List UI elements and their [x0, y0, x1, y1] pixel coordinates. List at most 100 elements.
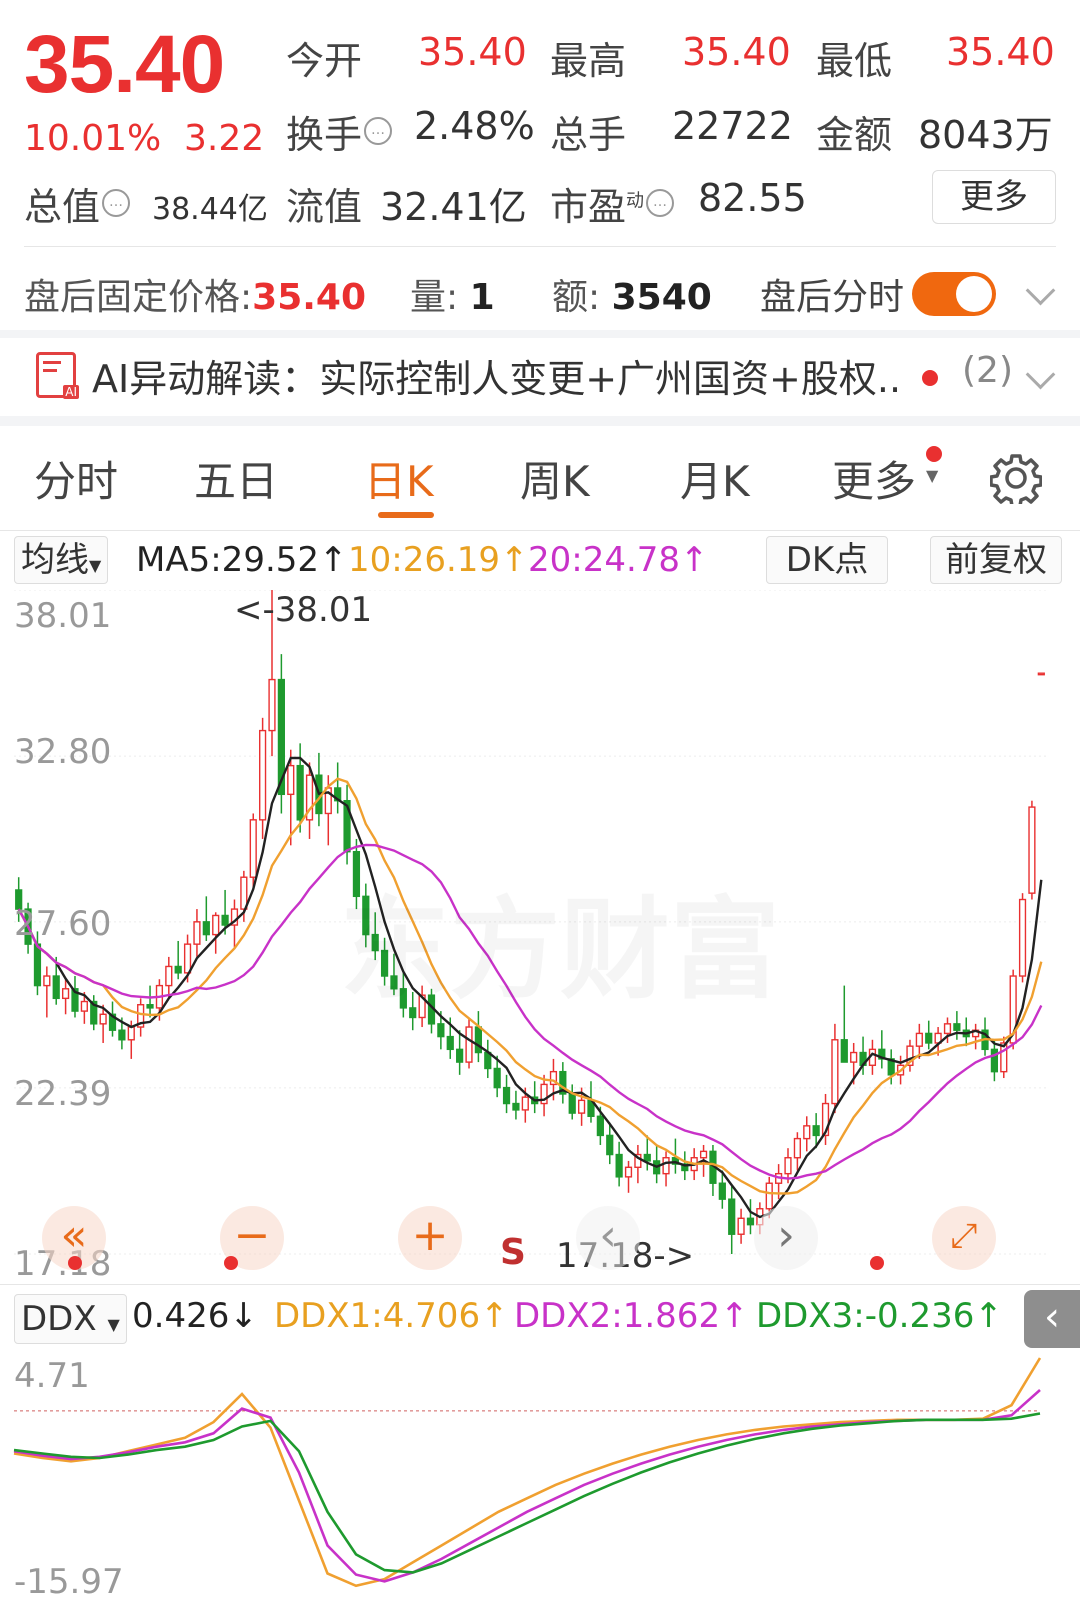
- candle-body: [202, 921, 210, 936]
- candle-body: [174, 965, 182, 974]
- ai-banner-text[interactable]: AI异动解读：实际控制人变更+广州国资+股权...: [92, 348, 900, 403]
- fullscreen-icon[interactable]: ⤢: [932, 1206, 996, 1270]
- volume-value: 22722: [672, 104, 793, 148]
- candle-body: [456, 1048, 464, 1063]
- ddx3-line: [13, 1412, 1041, 1574]
- ddx3-legend: DDX3:-0.236↑: [756, 1296, 1003, 1336]
- candle-body: [118, 1029, 126, 1041]
- divider: [0, 1284, 1080, 1285]
- more-button[interactable]: 更多: [932, 170, 1056, 224]
- open-label: 今开: [286, 39, 363, 83]
- candle-body: [1018, 898, 1027, 977]
- candle-body: [662, 1157, 670, 1175]
- indicator-select[interactable]: 均线▼: [14, 536, 109, 584]
- active-tab-indicator: [378, 512, 434, 518]
- candle-body: [493, 1067, 501, 1089]
- candle-body: [43, 975, 51, 987]
- candle-body: [52, 975, 60, 1000]
- price-axis-label: 32.80: [14, 732, 112, 772]
- collapse-panel-icon[interactable]: ‹: [1024, 1290, 1080, 1348]
- info-icon[interactable]: …: [646, 189, 675, 218]
- next-icon[interactable]: ›: [754, 1206, 818, 1270]
- zoom-in-icon[interactable]: +: [398, 1206, 462, 1270]
- ddx1-line: [13, 1357, 1042, 1588]
- candle-body: [577, 1099, 586, 1114]
- change-percent: 10.01%: [24, 118, 162, 159]
- signal-dot: [224, 1256, 238, 1270]
- tab-intraday[interactable]: 分时: [34, 448, 118, 509]
- ddx-axis-label: 4.71: [14, 1356, 90, 1396]
- chevron-down-icon[interactable]: [1025, 275, 1056, 306]
- after-hours-price: 盘后固定价格:35.40: [24, 277, 367, 318]
- candle-body: [596, 1115, 604, 1137]
- prev-icon[interactable]: ‹: [576, 1206, 640, 1270]
- after-hours-amount: 额: 3540: [552, 277, 712, 318]
- candle-body: [212, 914, 220, 936]
- signal-dot: [870, 1256, 884, 1270]
- candle-body: [512, 1102, 520, 1111]
- candle-body: [803, 1125, 811, 1140]
- divider: [24, 246, 1056, 247]
- candle-body: [925, 1032, 933, 1044]
- candle-body: [183, 943, 192, 974]
- candle-body: [699, 1150, 708, 1159]
- chevron-down-icon[interactable]: [1025, 359, 1056, 390]
- ma5-legend: MA5:29.52↑: [136, 540, 348, 580]
- ai-report-icon: AI: [36, 352, 79, 399]
- candle-body: [784, 1157, 792, 1175]
- candle-body: [643, 1153, 651, 1162]
- after-hours-toggle[interactable]: [912, 272, 996, 316]
- adjust-button[interactable]: 前复权: [930, 536, 1062, 584]
- mcap-label: 总值…: [24, 176, 131, 231]
- ddx-indicator-select[interactable]: DDX ▼: [14, 1294, 127, 1344]
- candle-body: [249, 819, 257, 878]
- high-label: 最高: [550, 39, 627, 83]
- low-label: 最低: [816, 39, 893, 83]
- current-price: 35.40: [24, 19, 225, 110]
- gear-icon[interactable]: [990, 452, 1042, 504]
- signal-dot: [68, 1256, 82, 1270]
- candle-body: [437, 1023, 445, 1038]
- amount-value: 8043万: [918, 113, 1053, 157]
- section-gap: [0, 330, 1080, 338]
- tab-weekly-k[interactable]: 周K: [520, 448, 590, 509]
- ddx-legend: 0.426↓: [132, 1296, 258, 1336]
- candle-body: [287, 764, 295, 796]
- candle-body: [615, 1153, 623, 1178]
- ddx2-legend: DDX2:1.862↑: [514, 1296, 749, 1336]
- dk-point-button[interactable]: DK点: [766, 536, 888, 584]
- candle-body: [793, 1137, 801, 1159]
- float-value: 32.41亿: [380, 185, 527, 229]
- candle-body: [259, 729, 267, 821]
- tab-five-day[interactable]: 五日: [194, 448, 278, 509]
- candle-body: [990, 1048, 999, 1073]
- candle-body: [943, 1023, 952, 1035]
- tab-more[interactable]: 更多: [832, 448, 916, 509]
- section-gap: [0, 416, 1080, 426]
- price-axis-label: 22.39: [14, 1074, 112, 1114]
- candle-body: [446, 1035, 454, 1051]
- unread-dot: [922, 370, 938, 386]
- candle-body: [80, 1000, 88, 1012]
- candle-body: [953, 1023, 961, 1031]
- candle-body: [193, 921, 201, 945]
- tab-monthly-k[interactable]: 月K: [680, 448, 750, 509]
- notification-dot: [926, 446, 942, 462]
- price-axis-label: 38.01: [14, 596, 112, 636]
- candle-body: [812, 1125, 820, 1137]
- tab-daily-k[interactable]: 日K: [364, 448, 434, 509]
- info-icon[interactable]: …: [364, 117, 393, 146]
- candle-body: [728, 1198, 736, 1235]
- sell-signal-marker: S: [500, 1232, 526, 1273]
- ddx-chart[interactable]: [0, 1350, 1080, 1605]
- mcap-value: 38.44亿: [152, 192, 268, 227]
- candle-body: [165, 965, 173, 987]
- candle-body: [99, 1013, 107, 1025]
- ddx2-line: [13, 1389, 1041, 1583]
- info-icon[interactable]: …: [102, 189, 131, 218]
- price-axis-label: 27.60: [14, 904, 112, 944]
- candle-body: [61, 988, 70, 1000]
- ai-banner-count: (2): [962, 350, 1013, 391]
- ma10-legend: 10:26.19↑: [348, 540, 529, 580]
- open-value: 35.40: [418, 30, 527, 74]
